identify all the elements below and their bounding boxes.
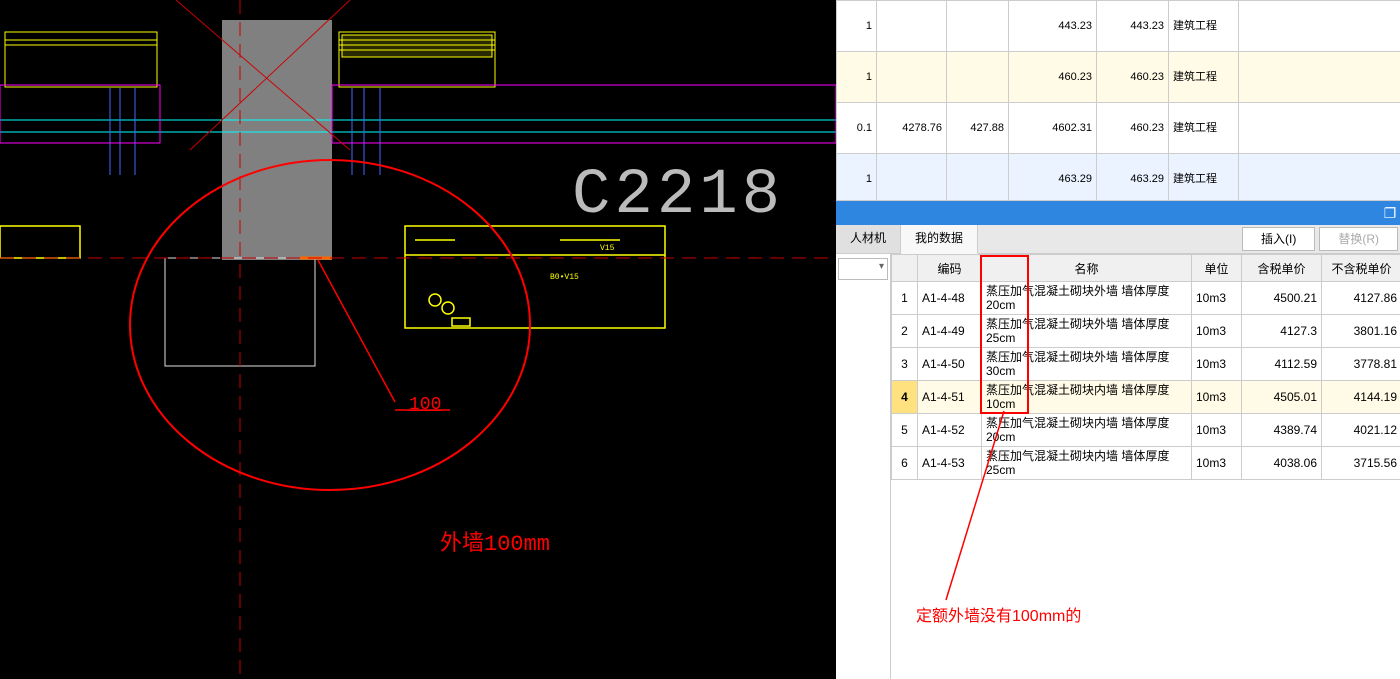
divider-bar: ❐	[836, 201, 1400, 225]
insert-button[interactable]: 插入(I)	[1242, 227, 1315, 251]
filter-dropdown[interactable]	[838, 258, 888, 280]
filter-sidebar	[836, 254, 891, 679]
cad-small-label-1: B0•V15	[550, 273, 579, 282]
table-row[interactable]: 6A1-4-53蒸压加气混凝土砌块内墙 墙体厚度25cm10m34038.063…	[892, 447, 1400, 480]
replace-button[interactable]: 替换(R)	[1319, 227, 1398, 251]
cad-viewport[interactable]: C2218 100 外墙100mm B0•V15 V15	[0, 0, 836, 679]
upper-grid[interactable]: 1443.23443.23建筑工程 1460.23460.23建筑工程 0.14…	[836, 0, 1400, 201]
tab-bar: 人材机 我的数据 插入(I) 替换(R)	[836, 225, 1400, 254]
upper-grid-row[interactable]: 1443.23443.23建筑工程	[837, 1, 1400, 52]
maximize-icon[interactable]: ❐	[1382, 205, 1398, 221]
table-row[interactable]: 2A1-4-49蒸压加气混凝土砌块外墙 墙体厚度25cm10m34127.338…	[892, 315, 1400, 348]
cad-annotation-label: 外墙100mm	[440, 525, 550, 557]
table-row[interactable]: 1A1-4-48蒸压加气混凝土砌块外墙 墙体厚度20cm10m34500.214…	[892, 282, 1400, 315]
upper-grid-row[interactable]: 1463.29463.29建筑工程	[837, 154, 1400, 202]
upper-grid-row[interactable]: 0.14278.76427.884602.31460.23建筑工程	[837, 103, 1400, 154]
col-price-tax[interactable]: 含税单价	[1242, 255, 1322, 282]
col-unit[interactable]: 单位	[1192, 255, 1242, 282]
cad-dimension-value: 100	[409, 395, 441, 415]
cad-small-label-2: V15	[600, 244, 614, 253]
col-name[interactable]: 名称	[982, 255, 1192, 282]
table-row[interactable]: 4A1-4-51蒸压加气混凝土砌块内墙 墙体厚度10cm10m34505.014…	[892, 381, 1400, 414]
upper-grid-row[interactable]: 1460.23460.23建筑工程	[837, 52, 1400, 103]
col-idx[interactable]	[892, 255, 918, 282]
tab-rencaiji[interactable]: 人材机	[836, 225, 901, 253]
tab-mydata[interactable]: 我的数据	[901, 225, 978, 254]
table-row[interactable]: 5A1-4-52蒸压加气混凝土砌块内墙 墙体厚度20cm10m34389.744…	[892, 414, 1400, 447]
right-panel: 1443.23443.23建筑工程 1460.23460.23建筑工程 0.14…	[836, 0, 1400, 679]
col-code[interactable]: 编码	[918, 255, 982, 282]
table-row[interactable]: 3A1-4-50蒸压加气混凝土砌块外墙 墙体厚度30cm10m34112.593…	[892, 348, 1400, 381]
col-price-notax[interactable]: 不含税单价	[1322, 255, 1400, 282]
lower-grid[interactable]: 编码 名称 单位 含税单价 不含税单价 1A1-4-48蒸压加气混凝土砌块外墙 …	[891, 254, 1400, 679]
cad-ref-label: C2218	[572, 160, 784, 232]
cad-drawing	[0, 0, 836, 679]
